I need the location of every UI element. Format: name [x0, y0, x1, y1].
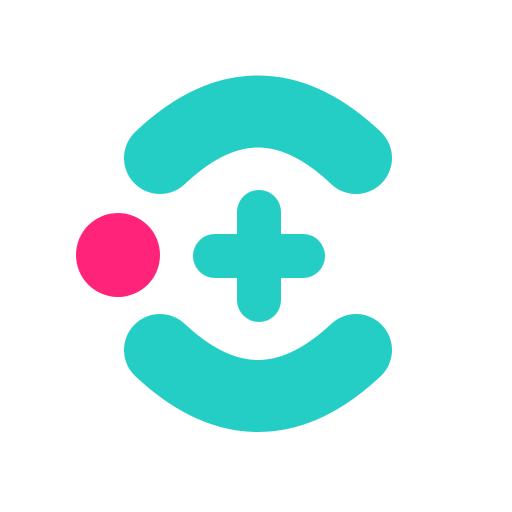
plus-horizontal-bar — [193, 234, 325, 278]
bottom-arc-shape — [124, 314, 392, 432]
app-icon-canvas — [0, 0, 512, 512]
pink-dot — [76, 213, 160, 297]
top-arc-shape — [124, 75, 392, 194]
medical-cross-logo-icon — [76, 75, 392, 432]
